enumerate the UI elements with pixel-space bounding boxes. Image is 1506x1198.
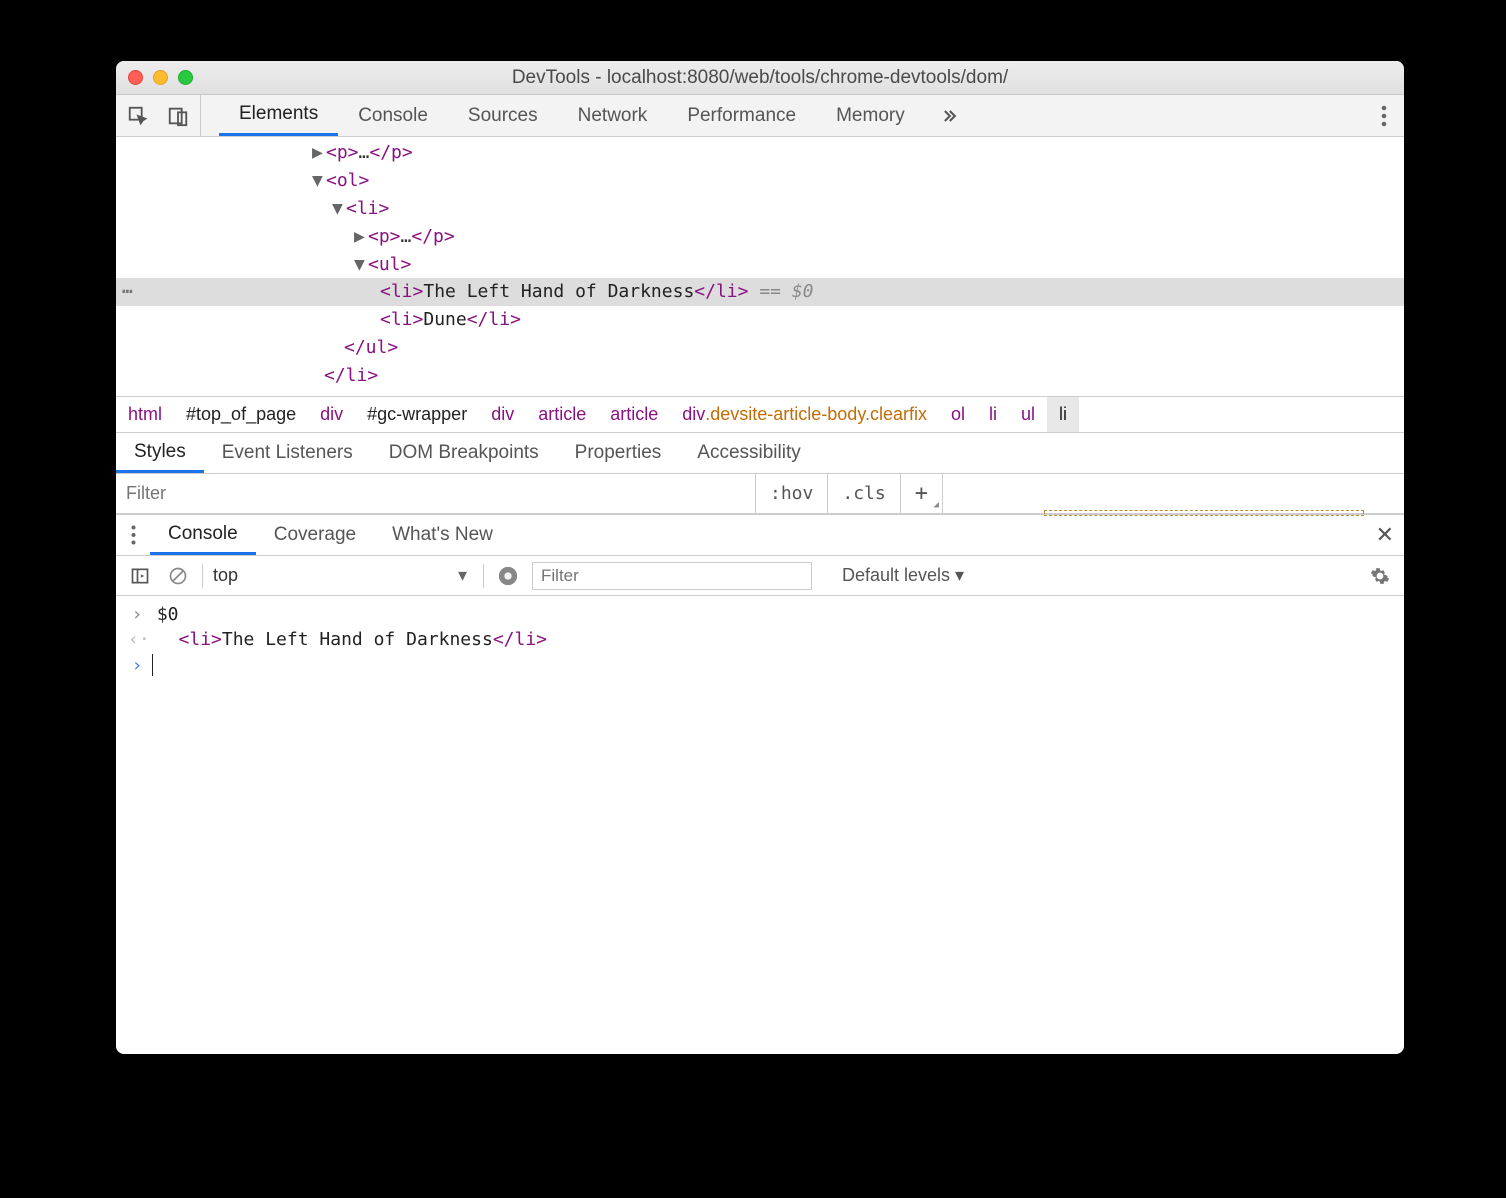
execution-context-selector[interactable]: top [213,565,473,586]
dom-node-li[interactable]: ▼<li> [116,195,1404,223]
console-result-line[interactable]: ‹· <li>The Left Hand of Darkness</li> [116,627,1404,652]
console-output[interactable]: › $0 ‹· <li>The Left Hand of Darkness</l… [116,596,1404,1054]
log-levels-selector[interactable]: Default levels ▾ [842,565,964,586]
close-drawer-icon[interactable]: ✕ [1376,515,1394,555]
crumb-li-1[interactable]: li [977,397,1009,432]
drawer-tabs: Console Coverage What's New ✕ [116,514,1404,556]
console-filter-input[interactable] [532,562,812,590]
crumb-li-selected[interactable]: li [1047,397,1079,432]
traffic-lights [128,70,193,85]
dom-node-p[interactable]: ▶<p>…</p> [116,139,1404,167]
crumb-article-2[interactable]: article [598,397,670,432]
close-window-button[interactable] [128,70,143,85]
drawer-tab-whats-new[interactable]: What's New [374,515,511,555]
tab-sources[interactable]: Sources [448,95,558,136]
dom-node-li-close[interactable]: </li> [116,362,1404,390]
window-titlebar: DevTools - localhost:8080/web/tools/chro… [116,61,1404,95]
dom-tree[interactable]: ▶<p>…</p> ▼<ol> ▼<li> ▶<p>…</p> ▼<ul> <l… [116,137,1404,390]
crumb-devsite-body[interactable]: div.devsite-article-body.clearfix [670,397,939,432]
breadcrumb: html #top_of_page div #gc-wrapper div ar… [116,396,1404,432]
window-title: DevTools - localhost:8080/web/tools/chro… [116,67,1404,89]
zoom-window-button[interactable] [178,70,193,85]
kebab-menu-icon[interactable] [1370,102,1398,130]
live-expression-icon[interactable] [494,562,522,590]
subtab-accessibility[interactable]: Accessibility [679,433,818,473]
drawer-menu-icon[interactable] [116,515,150,555]
tab-performance[interactable]: Performance [667,95,816,136]
crumb-article-1[interactable]: article [526,397,598,432]
hov-toggle[interactable]: :hov [756,474,828,513]
sidebar-tabs: Styles Event Listeners DOM Breakpoints P… [116,432,1404,474]
main-tabs: Elements Console Sources Network Perform… [201,95,973,136]
console-sidebar-toggle-icon[interactable] [126,562,154,590]
console-toolbar: top Default levels ▾ [116,556,1404,596]
drawer-tab-coverage[interactable]: Coverage [256,515,374,555]
inspect-element-icon[interactable] [124,102,152,130]
crumb-ol[interactable]: ol [939,397,977,432]
dom-node-p-inner[interactable]: ▶<p>…</p> [116,223,1404,251]
tab-memory[interactable]: Memory [816,95,925,136]
subtab-properties[interactable]: Properties [557,433,680,473]
main-toolbar: Elements Console Sources Network Perform… [116,95,1404,137]
styles-filter-bar: :hov .cls + [116,474,1404,514]
console-input-line[interactable]: › $0 [116,602,1404,627]
subtab-styles[interactable]: Styles [116,433,204,473]
new-style-rule-button[interactable]: + [901,474,943,513]
dom-node-selected-li[interactable]: <li>The Left Hand of Darkness</li> == $0 [116,278,1404,306]
minimize-window-button[interactable] [153,70,168,85]
subtab-event-listeners[interactable]: Event Listeners [204,433,371,473]
crumb-gc-wrapper[interactable]: #gc-wrapper [355,397,479,432]
dom-node-ol[interactable]: ▼<ol> [116,167,1404,195]
crumb-div-1[interactable]: div [308,397,355,432]
device-toolbar-icon[interactable] [164,102,192,130]
elements-panel: ▶<p>…</p> ▼<ol> ▼<li> ▶<p>…</p> ▼<ul> <l… [116,137,1404,432]
crumb-ul[interactable]: ul [1009,397,1047,432]
console-settings-icon[interactable] [1366,562,1394,590]
dom-node-ul-close[interactable]: </ul> [116,334,1404,362]
drawer-tab-console[interactable]: Console [150,515,256,555]
devtools-window: DevTools - localhost:8080/web/tools/chro… [116,61,1404,1054]
crumb-div-2[interactable]: div [479,397,526,432]
cls-toggle[interactable]: .cls [828,474,900,513]
subtab-dom-breakpoints[interactable]: DOM Breakpoints [371,433,557,473]
tab-elements[interactable]: Elements [219,95,338,136]
dom-node-ul[interactable]: ▼<ul> [116,251,1404,279]
styles-filter-input[interactable] [116,474,756,513]
dom-node-li-dune[interactable]: <li>Dune</li> [116,306,1404,334]
crumb-html[interactable]: html [116,397,174,432]
console-prompt[interactable]: › [116,652,1404,678]
clear-console-icon[interactable] [164,562,192,590]
tab-network[interactable]: Network [558,95,668,136]
more-tabs-icon[interactable] [925,95,973,136]
tab-console[interactable]: Console [338,95,448,136]
crumb-top-of-page[interactable]: #top_of_page [174,397,308,432]
